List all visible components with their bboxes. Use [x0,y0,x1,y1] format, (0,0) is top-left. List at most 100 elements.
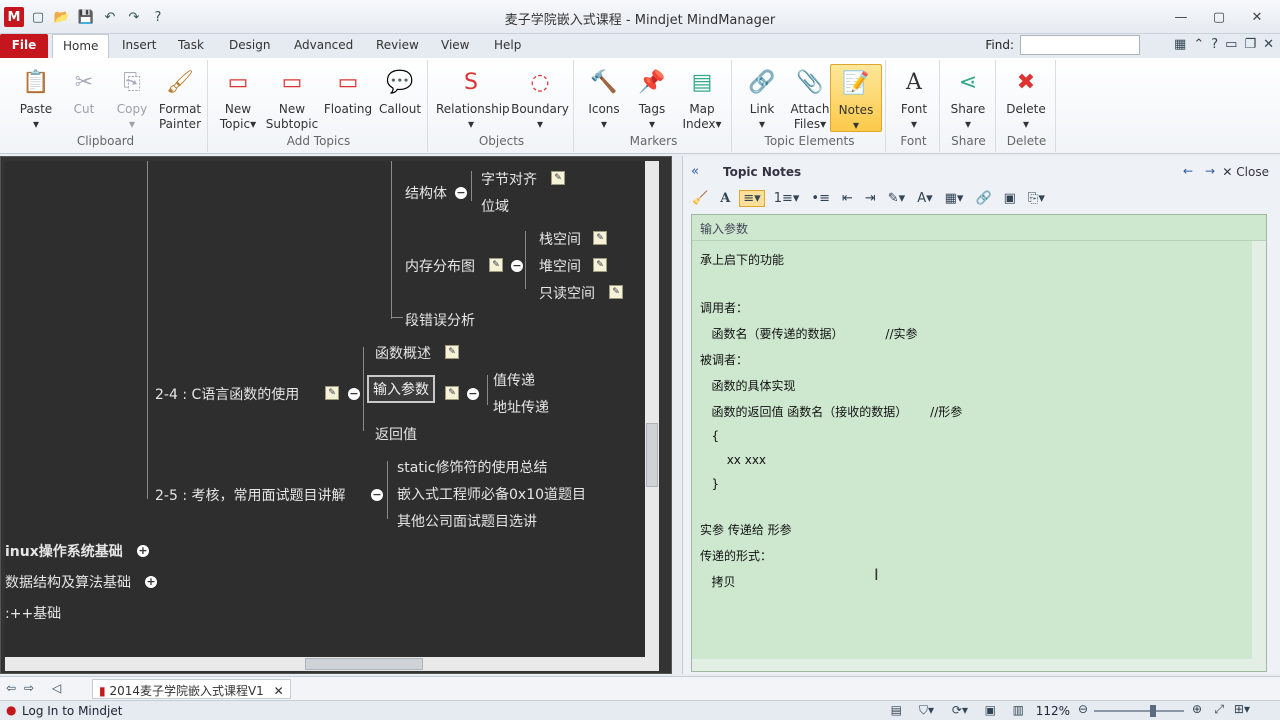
doc-minimize-icon[interactable]: ▭ [1225,37,1237,52]
collapse-pane-icon[interactable]: « [691,164,699,179]
prev-arrow-icon[interactable]: ← [1183,164,1193,178]
nav-forward-icon[interactable]: ⇨ [24,681,34,695]
bullet-list-icon[interactable]: •≡ [808,191,833,206]
topic-2-4[interactable]: 2-4 : C语言函数的使用 [155,384,299,404]
notes-button[interactable]: 📝 Notes ▾ [830,64,882,132]
topic-shuru-selected[interactable]: 输入参数 [367,375,435,403]
note-marker-icon[interactable]: ✎ [593,258,607,272]
close-button[interactable]: ✕ [1240,6,1274,28]
relationship-button[interactable]: S Relationship ▾ [436,64,510,132]
view-mode-icon[interactable]: ▤ [891,703,902,717]
notes-vertical-scrollbar[interactable] [1252,241,1266,661]
delete-button[interactable]: ✖ Delete ▾ [998,64,1054,132]
tab-help[interactable]: Help [484,34,531,58]
callout-button[interactable]: 💬 Callout [372,64,428,117]
note-marker-icon[interactable]: ✎ [551,171,565,185]
note-marker-icon[interactable]: ✎ [445,345,459,359]
topic-jiegouti[interactable]: 结构体 [405,183,447,203]
image-icon[interactable]: ▣ [1001,191,1019,206]
topic-zhidu[interactable]: 只读空间 [539,283,595,303]
tab-home[interactable]: Home [52,34,110,58]
tab-view[interactable]: View [431,34,479,58]
fit-page-icon[interactable]: ⤢ [1214,702,1224,717]
indent-icon[interactable]: ⇥ [862,191,879,206]
outline-view-icon[interactable]: ▥ [1013,703,1024,717]
note-marker-icon[interactable]: ✎ [489,258,503,272]
collapse-toggle-icon[interactable]: − [371,489,383,501]
tags-button[interactable]: 📌 Tags ▾ [624,64,680,132]
new-topic-button[interactable]: ▭ New Topic▾ [210,64,266,132]
note-marker-icon[interactable]: ✎ [325,386,339,400]
collapse-toggle-icon[interactable]: − [348,388,360,400]
zoom-out-icon[interactable]: ⊖ [1078,702,1088,716]
next-arrow-icon[interactable]: → [1205,164,1215,178]
expand-toggle-icon[interactable]: + [137,545,149,557]
topic-dizhi[interactable]: 地址传递 [493,397,549,417]
topic-static[interactable]: static修饰符的使用总结 [397,457,547,477]
insert-object-icon[interactable]: ⎘▾ [1025,191,1048,206]
find-input[interactable] [1020,35,1140,55]
map-vertical-scroll-thumb[interactable] [646,423,658,487]
mind-map-canvas[interactable]: 结构体 − 字节对齐 ✎ 位域 内存分布图 ✎ − 栈空间 ✎ 堆空间 ✎ 只读… [5,161,659,659]
close-tab-icon[interactable]: ✕ [274,684,284,698]
tab-scroll-left-icon[interactable]: ◁ [52,681,61,695]
topic-zijie[interactable]: 字节对齐 [481,169,537,189]
topic-hanshugaishu[interactable]: 函数概述 [375,343,431,363]
table-icon[interactable]: ▦▾ [942,191,967,206]
map-index-button[interactable]: ▤ Map Index▾ [674,64,730,132]
topic-zhichuandi[interactable]: 值传递 [493,370,535,390]
zoom-slider-thumb[interactable] [1150,705,1156,717]
topic-2-5[interactable]: 2-5 : 考核，常用面试题目讲解 [155,485,345,505]
close-notes-button[interactable]: ✕ Close [1222,165,1269,179]
grid-icon[interactable]: ▦ [1174,37,1186,52]
doc-restore-icon[interactable]: ❐ [1244,37,1256,52]
topic-fanhui[interactable]: 返回值 [375,424,417,444]
note-marker-icon[interactable]: ✎ [445,386,459,400]
collapse-toggle-icon[interactable]: − [455,187,467,199]
floating-button[interactable]: ▭ Floating [320,64,376,117]
tab-task[interactable]: Task [168,34,214,58]
fit-map-icon[interactable]: ▣ [985,703,996,717]
share-button[interactable]: ⋖ Share ▾ [940,64,996,132]
tab-insert[interactable]: Insert [112,34,166,58]
map-horizontal-scroll-thumb[interactable] [305,658,423,670]
topic-duancuowu[interactable]: 段错误分析 [405,310,475,330]
clear-format-icon[interactable]: 🧹 [689,191,711,206]
highlight-icon[interactable]: ✎▾ [885,191,908,206]
numbered-list-icon[interactable]: 1≡▾ [771,191,803,206]
expand-toggle-icon[interactable]: + [145,576,157,588]
new-subtopic-button[interactable]: ▭ New Subtopic [264,64,320,132]
maximize-button[interactable]: ▢ [1202,6,1236,28]
filter-icon[interactable]: ⛉▾ [919,703,934,718]
tab-file[interactable]: File [0,34,48,58]
note-marker-icon[interactable]: ✎ [609,285,623,299]
collapse-toggle-icon[interactable]: − [467,388,479,400]
map-vertical-scrollbar[interactable] [645,161,659,659]
collapse-ribbon-icon[interactable]: ⌃ [1193,37,1204,52]
outdent-icon[interactable]: ⇤ [839,191,856,206]
collapse-toggle-icon[interactable]: − [511,260,523,272]
boundary-button[interactable]: ◌ Boundary ▾ [510,64,570,132]
tab-design[interactable]: Design [219,34,280,58]
notes-editor[interactable]: 输入参数 承上启下的功能 调用者： 函数名（要传递的数据） //实参 被调者： … [691,214,1267,672]
topic-cpp[interactable]: :++基础 [5,603,61,623]
topic-qianru[interactable]: 嵌入式工程师必备0x10道题目 [397,484,586,504]
sync-icon[interactable]: ⟳▾ [952,703,968,717]
font-icon[interactable]: A [717,191,733,206]
minimize-button[interactable]: — [1164,6,1198,28]
font-color-icon[interactable]: A▾ [914,191,935,206]
topic-linux[interactable]: inux操作系统基础 [5,541,123,561]
font-button[interactable]: A Font ▾ [886,64,942,132]
nav-back-icon[interactable]: ⇦ [6,681,16,695]
zoom-slider[interactable] [1094,710,1184,712]
topic-zhan[interactable]: 栈空间 [539,229,581,249]
tab-review[interactable]: Review [366,34,429,58]
topic-dui[interactable]: 堆空间 [539,256,581,276]
help-circle-icon[interactable]: ? [1211,37,1218,52]
zoom-in-icon[interactable]: ⊕ [1192,702,1202,716]
split-view-icon[interactable]: ⊞▾ [1234,702,1250,716]
topic-neicun[interactable]: 内存分布图 [405,256,475,276]
align-left-icon[interactable]: ≡▾ [739,189,765,207]
doc-close-icon[interactable]: ✕ [1263,37,1274,52]
topic-weiyu[interactable]: 位域 [481,196,509,216]
